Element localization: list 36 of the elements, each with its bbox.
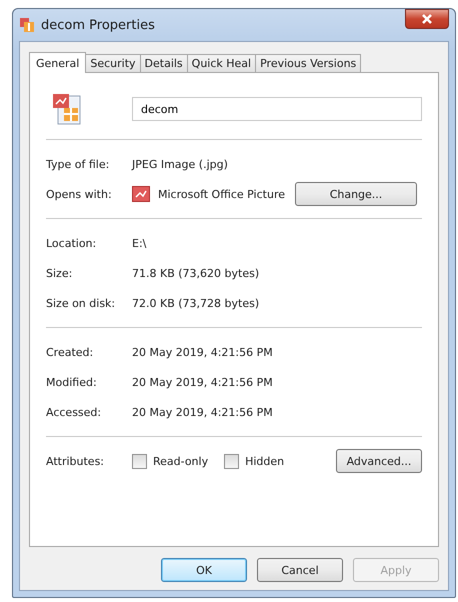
field-label: Type of file: <box>46 158 110 170</box>
field-label: Accessed: <box>46 406 102 418</box>
field-value: 20 May 2019, 4:21:56 PM <box>132 346 273 358</box>
checkbox[interactable] <box>224 454 240 468</box>
picture-app-icon <box>132 186 150 202</box>
file-name-field[interactable]: decom <box>132 97 422 121</box>
checkbox[interactable] <box>132 454 147 468</box>
field-label: Created: <box>46 346 94 358</box>
tab[interactable]: Quick Heal <box>186 54 256 72</box>
field-value: Microsoft Office Picture <box>158 188 285 200</box>
field-value: 20 May 2019, 4:21:56 PM <box>132 376 273 388</box>
tab[interactable]: Previous Versions <box>255 54 362 72</box>
field-label: Modified: <box>46 376 98 388</box>
checkbox-label: Read-only <box>153 454 208 468</box>
advanced-button[interactable]: Advanced... <box>336 449 422 473</box>
close-button[interactable] <box>405 9 449 29</box>
close-icon <box>421 14 433 24</box>
checkbox-label: Hidden <box>245 454 284 468</box>
change-button[interactable]: Change... <box>295 182 417 206</box>
field-label: Attributes: <box>46 454 106 468</box>
field-label: Opens with: <box>46 188 113 200</box>
field-value: 20 May 2019, 4:21:56 PM <box>132 406 273 418</box>
window-title: decom Properties <box>41 18 156 32</box>
field-value: E:\ <box>132 236 146 250</box>
field-label: Location: <box>46 236 98 250</box>
field-value: 71.8 KB (73,620 bytes) <box>132 266 260 280</box>
field-label: Size: <box>46 266 74 280</box>
tab[interactable]: General <box>29 52 86 73</box>
field-value: 72.0 KB (73,728 bytes) <box>132 296 260 310</box>
field-label: Size on disk: <box>46 296 116 310</box>
dialog-button[interactable]: OK <box>161 558 247 582</box>
tab[interactable]: Security <box>85 54 141 72</box>
dialog-button[interactable]: Cancel <box>257 558 343 582</box>
tab[interactable]: Details <box>140 54 188 72</box>
image-file-icon <box>19 17 35 33</box>
field-value: JPEG Image (.jpg) <box>132 158 228 170</box>
